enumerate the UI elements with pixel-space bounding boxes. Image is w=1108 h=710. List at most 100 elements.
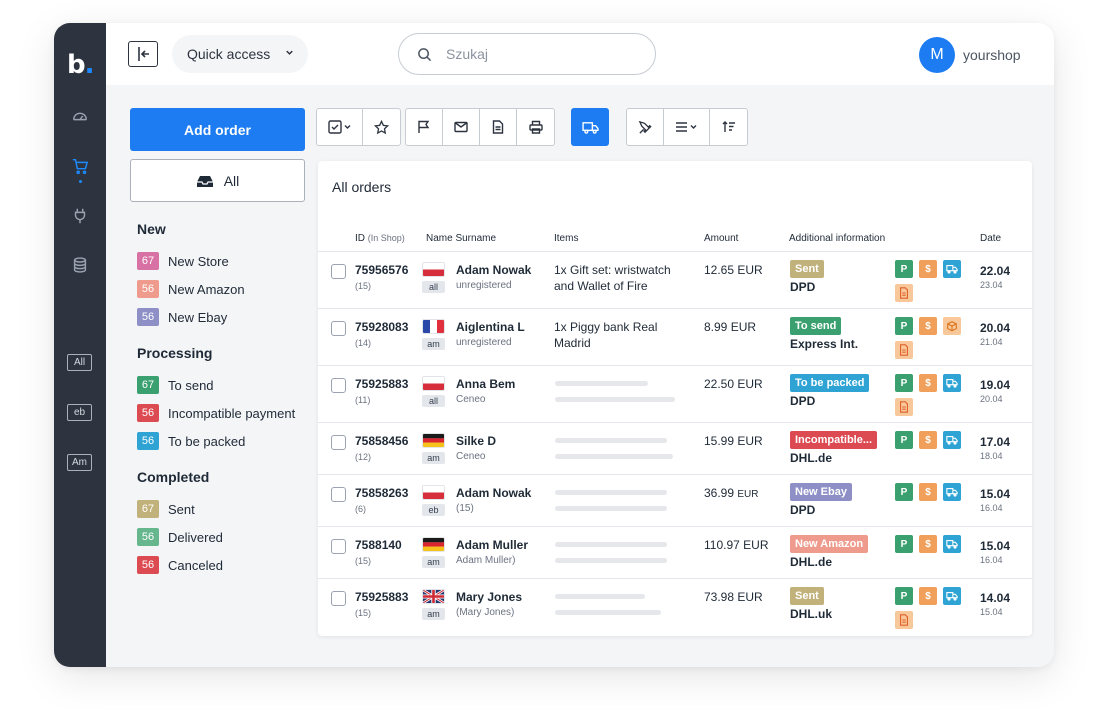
status-badge[interactable]: To send xyxy=(790,317,842,335)
payment-icon[interactable]: P xyxy=(895,483,913,501)
customer-name[interactable]: Aiglentina L xyxy=(456,320,525,334)
dashboard-icon[interactable] xyxy=(70,106,90,126)
order-id[interactable]: 75956576 xyxy=(355,263,408,277)
payment-icon[interactable]: P xyxy=(895,431,913,449)
pin-button[interactable] xyxy=(627,109,664,145)
payment-icon[interactable]: P xyxy=(895,260,913,278)
customer-name[interactable]: Silke D xyxy=(456,434,496,448)
invoice-icon[interactable] xyxy=(895,341,913,359)
shipping-button[interactable] xyxy=(571,108,609,146)
mail-button[interactable] xyxy=(443,109,480,145)
table-row[interactable]: 75858456 (12) am Silke D Ceneo 15.99 EUR Incom… xyxy=(318,423,1032,475)
row-checkbox[interactable] xyxy=(331,321,346,336)
table-row[interactable]: 7588140 (15) am Adam Muller Adam Muller) 110.… xyxy=(318,527,1032,579)
column-header-items[interactable]: Items xyxy=(554,233,578,244)
search-box[interactable] xyxy=(398,33,656,75)
status-badge[interactable]: New Amazon xyxy=(790,535,869,553)
status-filter-item[interactable]: 56 To be packed xyxy=(137,427,322,455)
status-filter-item[interactable]: 67 To send xyxy=(137,371,322,399)
search-input[interactable] xyxy=(446,46,636,62)
dollar-icon[interactable]: $ xyxy=(919,374,937,392)
status-filter-item[interactable]: 56 Incompatible payment xyxy=(137,399,322,427)
order-id[interactable]: 75858263 xyxy=(355,486,408,500)
invoice-icon[interactable] xyxy=(895,611,913,629)
all-orders-button[interactable]: All xyxy=(130,159,305,202)
document-button[interactable] xyxy=(480,109,517,145)
dollar-icon[interactable]: $ xyxy=(919,587,937,605)
order-id[interactable]: 75928083 xyxy=(355,320,408,334)
table-row[interactable]: 75858263 (6) eb Adam Nowak (15) 36.99 EUR New … xyxy=(318,475,1032,527)
dollar-icon[interactable]: $ xyxy=(919,483,937,501)
collapse-sidebar-button[interactable] xyxy=(128,41,158,67)
source-filter-amazon[interactable]: Am xyxy=(67,454,92,471)
order-id[interactable]: 75925883 xyxy=(355,377,408,391)
order-id[interactable]: 75925883 xyxy=(355,590,408,604)
column-header-date[interactable]: Date xyxy=(980,233,1001,244)
dollar-icon[interactable]: $ xyxy=(919,317,937,335)
status-badge[interactable]: Incompatible... xyxy=(790,431,878,449)
select-checkbox-button[interactable] xyxy=(317,109,363,145)
truck-icon[interactable] xyxy=(943,260,961,278)
row-checkbox[interactable] xyxy=(331,378,346,393)
status-filter-item[interactable]: 56 Delivered xyxy=(137,523,322,551)
source-filter-all[interactable]: All xyxy=(67,354,92,371)
customer-name[interactable]: Adam Nowak xyxy=(456,263,531,277)
payment-icon[interactable]: P xyxy=(895,535,913,553)
print-button[interactable] xyxy=(517,109,554,145)
row-checkbox[interactable] xyxy=(331,264,346,279)
package-icon[interactable] xyxy=(943,317,961,335)
dollar-icon[interactable]: $ xyxy=(919,260,937,278)
row-checkbox[interactable] xyxy=(331,539,346,554)
order-id[interactable]: 75858456 xyxy=(355,434,408,448)
payment-icon[interactable]: P xyxy=(895,317,913,335)
column-header-name[interactable]: Name Surname xyxy=(426,233,496,244)
status-badge[interactable]: To be packed xyxy=(790,374,870,392)
customer-name[interactable]: Adam Muller xyxy=(456,538,528,552)
payment-icon[interactable]: P xyxy=(895,587,913,605)
brand-logo[interactable]: b. xyxy=(67,50,95,80)
dollar-icon[interactable]: $ xyxy=(919,535,937,553)
dollar-icon[interactable]: $ xyxy=(919,431,937,449)
add-order-button[interactable]: Add order xyxy=(130,108,305,151)
table-row[interactable]: 75956576 (15) all Adam Nowak unregistered 1x … xyxy=(318,252,1032,309)
user-name[interactable]: yourshop xyxy=(963,47,1021,63)
status-filter-item[interactable]: 56 New Ebay xyxy=(137,303,322,331)
cart-icon[interactable] xyxy=(70,156,90,176)
row-checkbox[interactable] xyxy=(331,591,346,606)
truck-icon[interactable] xyxy=(943,431,961,449)
truck-icon[interactable] xyxy=(943,535,961,553)
row-checkbox[interactable] xyxy=(331,487,346,502)
quick-access-dropdown[interactable]: Quick access xyxy=(172,35,308,73)
list-view-dropdown[interactable] xyxy=(664,109,710,145)
status-filter-item[interactable]: 56 Canceled xyxy=(137,551,322,579)
invoice-icon[interactable] xyxy=(895,398,913,416)
favorite-button[interactable] xyxy=(363,109,400,145)
plug-icon[interactable] xyxy=(70,206,90,226)
column-header-info[interactable]: Additional information xyxy=(789,233,885,244)
truck-icon[interactable] xyxy=(943,483,961,501)
column-header-amount[interactable]: Amount xyxy=(704,233,738,244)
avatar[interactable]: M xyxy=(919,37,955,73)
flag-button[interactable] xyxy=(406,109,443,145)
truck-icon[interactable] xyxy=(943,374,961,392)
customer-name[interactable]: Mary Jones xyxy=(456,590,522,604)
truck-icon[interactable] xyxy=(943,587,961,605)
status-badge[interactable]: Sent xyxy=(790,260,824,278)
invoice-icon[interactable] xyxy=(895,284,913,302)
status-filter-item[interactable]: 67 New Store xyxy=(137,247,322,275)
table-row[interactable]: 75928083 (14) am Aiglentina L unregistered 1x… xyxy=(318,309,1032,366)
status-filter-item[interactable]: 56 New Amazon xyxy=(137,275,322,303)
order-id[interactable]: 7588140 xyxy=(355,538,402,552)
row-checkbox[interactable] xyxy=(331,435,346,450)
status-badge[interactable]: New Ebay xyxy=(790,483,852,501)
status-badge[interactable]: Sent xyxy=(790,587,824,605)
status-filter-item[interactable]: 67 Sent xyxy=(137,495,322,523)
database-icon[interactable] xyxy=(70,255,90,275)
column-header-id[interactable]: ID (In Shop) xyxy=(355,233,405,244)
source-filter-ebay[interactable]: eb xyxy=(67,404,92,421)
table-row[interactable]: 75925883 (15) am Mary Jones (Mary Jones) 73.9… xyxy=(318,579,1032,631)
table-row[interactable]: 75925883 (11) all Anna Bem Ceneo 22.50 EUR To … xyxy=(318,366,1032,423)
sort-button[interactable] xyxy=(710,109,747,145)
payment-icon[interactable]: P xyxy=(895,374,913,392)
customer-name[interactable]: Anna Bem xyxy=(456,377,515,391)
